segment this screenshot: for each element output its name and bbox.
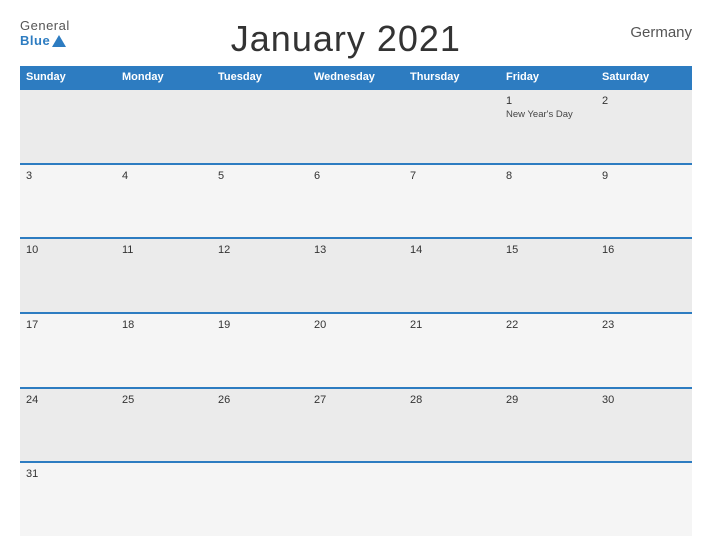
logo-row: Blue (20, 33, 66, 48)
cal-cell: 24 (20, 389, 116, 462)
day-number: 2 (602, 95, 686, 107)
day-number: 24 (26, 394, 110, 406)
cal-cell: 12 (212, 239, 308, 312)
logo-triangle-icon (52, 35, 66, 47)
header: General Blue January 2021 Germany (20, 18, 692, 60)
calendar-week-1: 1 New Year's Day 2 (20, 88, 692, 163)
cal-cell: 9 (596, 165, 692, 238)
cal-cell: 2 (596, 90, 692, 163)
day-number: 28 (410, 394, 494, 406)
header-wednesday: Wednesday (308, 66, 404, 88)
day-number: 31 (26, 468, 110, 480)
day-number: 29 (506, 394, 590, 406)
cal-cell: 29 (500, 389, 596, 462)
day-number: 22 (506, 319, 590, 331)
cal-cell (500, 463, 596, 536)
day-number: 19 (218, 319, 302, 331)
cal-cell (308, 463, 404, 536)
day-number: 18 (122, 319, 206, 331)
cal-cell: 6 (308, 165, 404, 238)
cal-cell (116, 90, 212, 163)
calendar-week-5: 24 25 26 27 28 29 30 (20, 387, 692, 462)
cal-cell: 22 (500, 314, 596, 387)
cal-cell: 18 (116, 314, 212, 387)
day-number: 17 (26, 319, 110, 331)
calendar: Sunday Monday Tuesday Wednesday Thursday… (20, 66, 692, 536)
day-number: 25 (122, 394, 206, 406)
cal-cell (308, 90, 404, 163)
cal-cell: 28 (404, 389, 500, 462)
day-number: 27 (314, 394, 398, 406)
day-number: 15 (506, 244, 590, 256)
day-number: 9 (602, 170, 686, 182)
day-number: 12 (218, 244, 302, 256)
day-number: 26 (218, 394, 302, 406)
header-thursday: Thursday (404, 66, 500, 88)
cal-cell: 5 (212, 165, 308, 238)
logo-blue-text: Blue (20, 33, 50, 48)
cal-cell (596, 463, 692, 536)
cal-cell: 21 (404, 314, 500, 387)
cal-cell (404, 90, 500, 163)
day-number: 3 (26, 170, 110, 182)
country-label: Germany (622, 18, 692, 41)
day-number: 5 (218, 170, 302, 182)
cal-cell: 16 (596, 239, 692, 312)
header-sunday: Sunday (20, 66, 116, 88)
cal-cell (212, 463, 308, 536)
cal-cell: 15 (500, 239, 596, 312)
cal-cell: 1 New Year's Day (500, 90, 596, 163)
header-tuesday: Tuesday (212, 66, 308, 88)
cal-cell (212, 90, 308, 163)
day-number: 4 (122, 170, 206, 182)
cal-cell (404, 463, 500, 536)
day-number: 30 (602, 394, 686, 406)
logo: General Blue (20, 18, 70, 48)
calendar-event: New Year's Day (506, 109, 590, 120)
cal-cell: 7 (404, 165, 500, 238)
calendar-week-2: 3456789 (20, 163, 692, 238)
day-number: 21 (410, 319, 494, 331)
day-number: 10 (26, 244, 110, 256)
day-number: 23 (602, 319, 686, 331)
calendar-header: Sunday Monday Tuesday Wednesday Thursday… (20, 66, 692, 88)
cal-cell: 3 (20, 165, 116, 238)
calendar-week-4: 17 18 19 20 21 22 23 (20, 312, 692, 387)
cal-cell: 13 (308, 239, 404, 312)
header-saturday: Saturday (596, 66, 692, 88)
cal-cell: 10 (20, 239, 116, 312)
day-number: 6 (314, 170, 398, 182)
day-number: 13 (314, 244, 398, 256)
calendar-title: January 2021 (70, 18, 622, 60)
cal-cell: 4 (116, 165, 212, 238)
cal-cell: 27 (308, 389, 404, 462)
cal-cell: 17 (20, 314, 116, 387)
day-number: 20 (314, 319, 398, 331)
cal-cell: 23 (596, 314, 692, 387)
header-friday: Friday (500, 66, 596, 88)
cal-cell: 19 (212, 314, 308, 387)
cal-cell: 14 (404, 239, 500, 312)
cal-cell: 11 (116, 239, 212, 312)
calendar-week-3: 10 11 12 13 14 15 16 (20, 237, 692, 312)
cal-cell: 26 (212, 389, 308, 462)
page: General Blue January 2021 Germany Sunday… (0, 0, 712, 550)
day-number: 14 (410, 244, 494, 256)
cal-cell (116, 463, 212, 536)
cal-cell: 31 (20, 463, 116, 536)
cal-cell: 30 (596, 389, 692, 462)
day-number: 7 (410, 170, 494, 182)
day-number: 11 (122, 244, 206, 256)
day-number: 16 (602, 244, 686, 256)
cal-cell (20, 90, 116, 163)
day-number: 1 (506, 95, 590, 107)
day-number: 8 (506, 170, 590, 182)
header-monday: Monday (116, 66, 212, 88)
calendar-week-6: 31 (20, 461, 692, 536)
cal-cell: 8 (500, 165, 596, 238)
calendar-body: 1New Year's Day2345678910111213141516171… (20, 88, 692, 536)
cal-cell: 25 (116, 389, 212, 462)
logo-general-text: General (20, 18, 70, 33)
cal-cell: 20 (308, 314, 404, 387)
